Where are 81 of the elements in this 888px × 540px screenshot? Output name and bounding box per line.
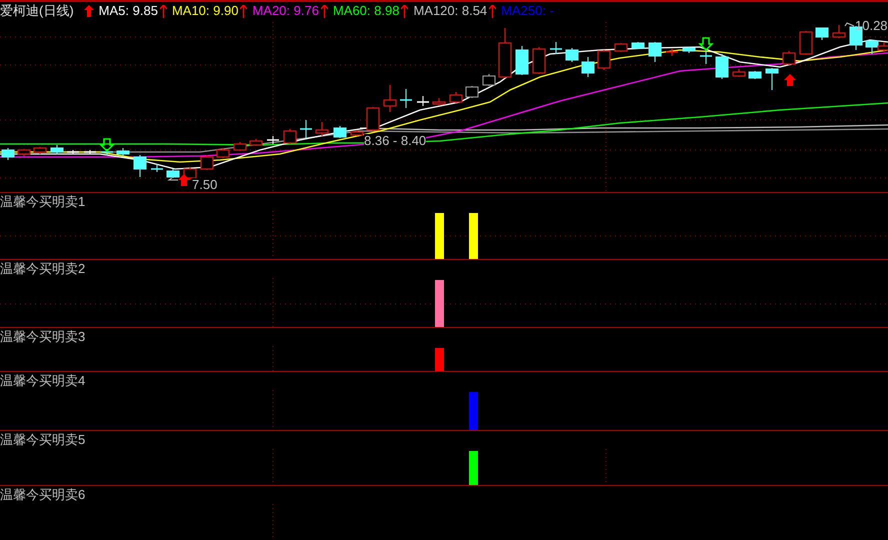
arrow-up-icon — [178, 174, 190, 186]
candlestick — [682, 46, 696, 54]
candlestick — [450, 92, 462, 104]
candlestick — [748, 70, 762, 80]
moving-average-value: MA10: 9.90 — [172, 3, 238, 19]
price-label: 10.28 — [855, 19, 888, 33]
candlestick — [350, 130, 364, 136]
moving-average-value: MA5: 9.85 — [98, 3, 158, 19]
arrow-up-icon — [784, 74, 796, 86]
candlestick — [582, 56, 594, 78]
candlestick — [384, 84, 396, 112]
price-range-label: 8.36 - 8.40 — [364, 134, 426, 148]
candlestick — [732, 68, 746, 78]
candlestick — [632, 42, 644, 50]
candlestick — [550, 42, 562, 54]
candlestick — [18, 148, 30, 156]
candlestick — [498, 28, 512, 78]
candlestick — [816, 28, 828, 40]
moving-average-value: MA250: - — [501, 3, 554, 19]
candlestick — [366, 106, 380, 132]
candlestick — [432, 98, 446, 106]
candlestick — [417, 96, 429, 106]
candlestick — [84, 150, 96, 154]
candlestick — [482, 74, 496, 86]
indicator-label: 温馨今买明卖5 — [0, 432, 86, 447]
candlestick — [334, 126, 346, 138]
arrow-down-icon — [698, 37, 714, 52]
indicator-bar — [435, 213, 444, 259]
candlestick — [832, 24, 846, 38]
candlestick — [116, 148, 130, 156]
candlestick — [250, 138, 262, 146]
candlestick — [700, 50, 712, 64]
candlestick — [151, 164, 163, 172]
candlestick — [184, 166, 196, 180]
chart-title: 爱柯迪(日线) — [0, 3, 74, 19]
candlestick — [716, 54, 728, 80]
candlestick — [648, 42, 662, 62]
leader-line — [844, 22, 854, 26]
candlestick — [766, 68, 778, 90]
candlestick — [234, 142, 246, 152]
moving-average-value: MA60: 8.98 — [332, 3, 400, 19]
candlestick — [2, 148, 14, 160]
indicator-label: 温馨今买明卖6 — [0, 487, 86, 502]
price-label: 7.50 — [192, 178, 218, 192]
candlestick — [67, 150, 79, 154]
candlestick — [516, 46, 528, 76]
indicator-bar — [469, 392, 478, 430]
moving-average-value: MA20: 9.76 — [252, 3, 319, 19]
candlestick — [866, 40, 878, 54]
candlestick — [267, 136, 279, 144]
candlestick — [400, 88, 412, 108]
candlestick — [300, 120, 312, 138]
indicator-bar — [469, 451, 478, 485]
candlestick — [316, 122, 328, 136]
indicator-bar — [469, 213, 478, 259]
leader-line — [167, 178, 178, 180]
candlestick — [782, 50, 796, 66]
candlestick — [134, 154, 146, 178]
candlestick — [666, 48, 678, 56]
candlestick — [566, 48, 578, 62]
candlestick — [101, 148, 113, 156]
candlestick — [598, 50, 610, 70]
arrow-up-icon — [84, 5, 94, 17]
candlestick — [50, 144, 64, 154]
candlestick — [800, 30, 812, 56]
arrow-down-icon — [99, 138, 115, 152]
indicator-label: 温馨今买明卖1 — [0, 194, 86, 209]
indicator-bar — [435, 348, 444, 371]
candlestick — [200, 154, 214, 170]
indicator-label: 温馨今买明卖3 — [0, 329, 86, 344]
candlestick — [284, 128, 296, 144]
candlestick — [166, 168, 180, 178]
candlestick — [466, 86, 478, 98]
indicator-bar — [435, 280, 444, 327]
indicator-label: 温馨今买明卖4 — [0, 373, 86, 388]
indicator-label: 温馨今买明卖2 — [0, 261, 86, 276]
candlestick — [532, 46, 546, 74]
candlestick — [614, 42, 628, 52]
candlestick — [34, 146, 46, 154]
moving-average-value: MA120: 8.54 — [413, 3, 488, 19]
candlestick — [216, 148, 230, 158]
